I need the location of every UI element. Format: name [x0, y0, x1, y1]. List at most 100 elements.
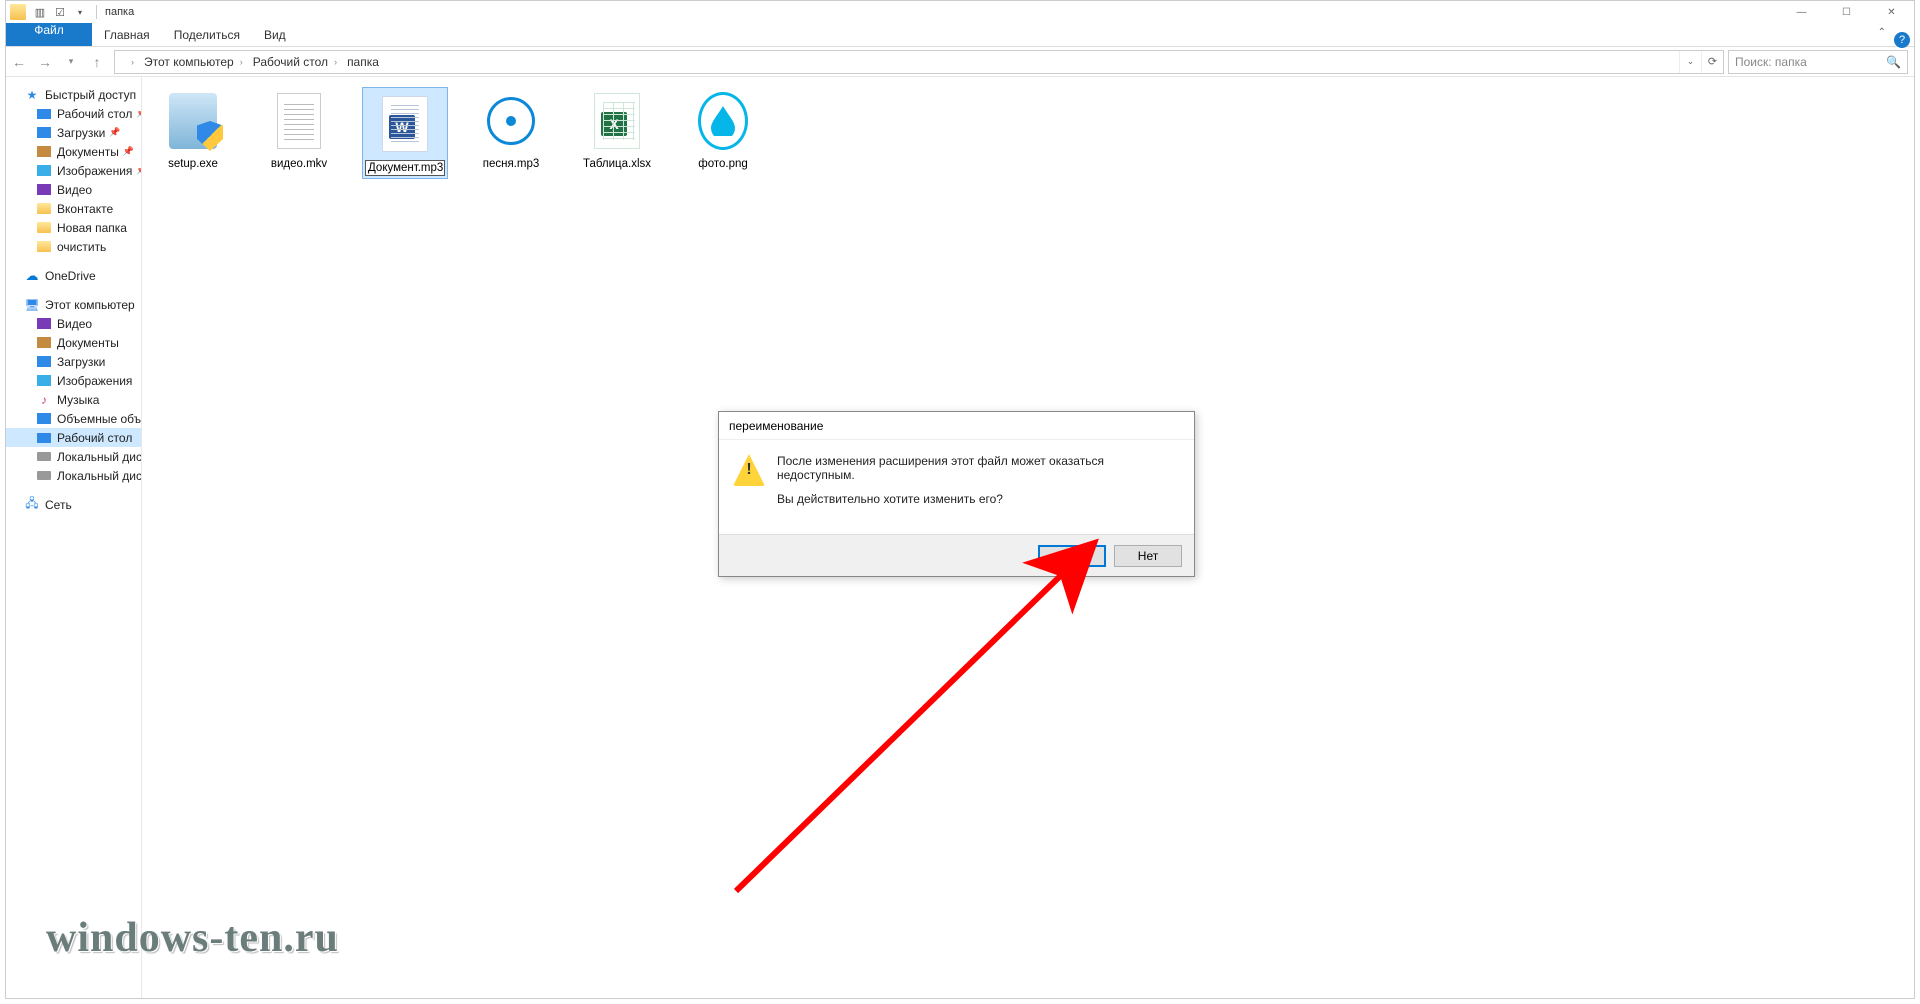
- sidebar-item-label: Видео: [57, 317, 92, 331]
- tab-file[interactable]: Файл: [6, 23, 92, 46]
- video-icon: [36, 182, 52, 198]
- chevron-right-icon[interactable]: ›: [125, 57, 140, 67]
- sidebar-item-label: Документы: [57, 336, 119, 350]
- minimize-button[interactable]: —: [1779, 1, 1824, 23]
- file-thumbnail: [159, 87, 227, 155]
- dialog-message-2: Вы действительно хотите изменить его?: [777, 492, 1180, 506]
- sidebar-item-label: OneDrive: [45, 269, 96, 283]
- sidebar-item-label: Быстрый доступ: [45, 88, 136, 102]
- folder-icon: [36, 239, 52, 255]
- sidebar-item[interactable]: Документы: [6, 333, 141, 352]
- file-item[interactable]: песня.mp3: [468, 85, 554, 181]
- nav-forward-button[interactable]: →: [32, 49, 58, 75]
- search-icon: 🔍: [1886, 55, 1901, 69]
- file-name: setup.exe: [153, 157, 233, 171]
- search-input[interactable]: Поиск: папка 🔍: [1728, 50, 1908, 74]
- video-icon: [36, 316, 52, 332]
- sidebar-item[interactable]: очистить: [6, 237, 141, 256]
- file-thumbnail: [477, 87, 545, 155]
- sidebar-item[interactable]: ♪Музыка: [6, 390, 141, 409]
- chevron-right-icon[interactable]: ›: [328, 57, 343, 67]
- file-item[interactable]: фото.png: [680, 85, 766, 181]
- separator: [96, 5, 97, 19]
- breadcrumb[interactable]: Рабочий стол›: [251, 55, 345, 69]
- sidebar-item-label: Вконтакте: [57, 202, 113, 216]
- sidebar-item[interactable]: Локальный диск (D: [6, 466, 141, 485]
- file-thumbnail: [689, 87, 757, 155]
- folder-icon: [36, 201, 52, 217]
- sidebar-item[interactable]: Изображения: [6, 371, 141, 390]
- sidebar-item[interactable]: Документы 📌: [6, 142, 141, 161]
- maximize-button[interactable]: ☐: [1824, 1, 1869, 23]
- sidebar-item-label: Изображения: [57, 164, 132, 178]
- sidebar-this-pc[interactable]: 🖥 Этот компьютер: [6, 295, 141, 314]
- refresh-icon[interactable]: ⟳: [1701, 51, 1723, 73]
- sidebar-item[interactable]: Локальный диск (C: [6, 447, 141, 466]
- file-name: видео.mkv: [259, 157, 339, 171]
- qat-properties-icon[interactable]: ▥: [31, 3, 49, 21]
- sidebar-item-label: Музыка: [57, 393, 99, 407]
- sidebar-item-label: Объемные объект: [57, 412, 142, 426]
- documents-icon: [36, 335, 52, 351]
- qat-dropdown-icon[interactable]: ▾: [71, 3, 89, 21]
- onedrive-icon: ☁: [24, 268, 40, 284]
- sidebar-item[interactable]: Новая папка: [6, 218, 141, 237]
- sidebar-item[interactable]: Видео: [6, 180, 141, 199]
- address-bar[interactable]: › Этот компьютер› Рабочий стол› папка ⌄ …: [114, 50, 1724, 74]
- yes-button[interactable]: Да: [1038, 545, 1106, 567]
- sidebar-item-label: Видео: [57, 183, 92, 197]
- sidebar-network[interactable]: 🖧 Сеть: [6, 495, 141, 514]
- breadcrumb[interactable]: Этот компьютер›: [142, 55, 251, 69]
- sidebar-quick-access[interactable]: ★ Быстрый доступ: [6, 85, 141, 104]
- downloads-icon: [36, 411, 52, 427]
- file-item[interactable]: setup.exe: [150, 85, 236, 181]
- file-name: Документ.mp3: [365, 160, 445, 176]
- address-bar-row: ← → ▾ ↑ › Этот компьютер› Рабочий стол› …: [6, 47, 1914, 77]
- pin-icon: 📌: [123, 146, 134, 157]
- address-dropdown-icon[interactable]: ⌄: [1679, 51, 1701, 73]
- sidebar-item[interactable]: Загрузки 📌: [6, 123, 141, 142]
- sidebar-item[interactable]: Изображения 📌: [6, 161, 141, 180]
- file-thumbnail: X: [583, 87, 651, 155]
- dialog-message-1: После изменения расширения этот файл мож…: [777, 454, 1180, 482]
- close-button[interactable]: ✕: [1869, 1, 1914, 23]
- sidebar-item-label: Документы: [57, 145, 119, 159]
- no-button[interactable]: Нет: [1114, 545, 1182, 567]
- warning-icon: [733, 454, 765, 486]
- ribbon-collapse-icon[interactable]: ⌃: [1878, 27, 1886, 38]
- navigation-pane: ★ Быстрый доступ Рабочий стол 📌Загрузки …: [6, 77, 142, 998]
- breadcrumb[interactable]: папка: [345, 55, 381, 69]
- tab-share[interactable]: Поделиться: [162, 23, 252, 46]
- drive-icon: [36, 449, 52, 465]
- drive-icon: [36, 468, 52, 484]
- sidebar-item[interactable]: Вконтакте: [6, 199, 141, 218]
- downloads-icon: [36, 125, 52, 141]
- nav-up-button[interactable]: ↑: [84, 49, 110, 75]
- sidebar-item[interactable]: Объемные объект: [6, 409, 141, 428]
- folder-icon: [10, 4, 26, 20]
- nav-back-button[interactable]: ←: [6, 49, 32, 75]
- sidebar-item-label: Локальный диск (D: [57, 469, 142, 483]
- sidebar-onedrive[interactable]: ☁ OneDrive: [6, 266, 141, 285]
- sidebar-item-label: Сеть: [45, 498, 72, 512]
- chevron-right-icon[interactable]: ›: [234, 57, 249, 67]
- ribbon: Файл Главная Поделиться Вид ⌃ ?: [6, 23, 1914, 47]
- help-icon[interactable]: ?: [1894, 32, 1910, 48]
- sidebar-item-label: Новая папка: [57, 221, 127, 235]
- file-item[interactable]: видео.mkv: [256, 85, 342, 181]
- crumb-label: папка: [347, 55, 379, 69]
- sidebar-item[interactable]: Рабочий стол 📌: [6, 104, 141, 123]
- sidebar-item-label: Загрузки: [57, 355, 105, 369]
- sidebar-item[interactable]: Рабочий стол: [6, 428, 141, 447]
- file-item[interactable]: WДокумент.mp3: [362, 85, 448, 181]
- nav-recent-icon[interactable]: ▾: [58, 49, 84, 75]
- tab-home[interactable]: Главная: [92, 23, 162, 46]
- sidebar-item-label: Этот компьютер: [45, 298, 135, 312]
- file-name: Таблица.xlsx: [577, 157, 657, 171]
- qat-new-icon[interactable]: ☑: [51, 3, 69, 21]
- sidebar-item[interactable]: Видео: [6, 314, 141, 333]
- tab-view[interactable]: Вид: [252, 23, 298, 46]
- file-item[interactable]: X Таблица.xlsx: [574, 85, 660, 181]
- search-placeholder: Поиск: папка: [1735, 55, 1807, 69]
- sidebar-item[interactable]: Загрузки: [6, 352, 141, 371]
